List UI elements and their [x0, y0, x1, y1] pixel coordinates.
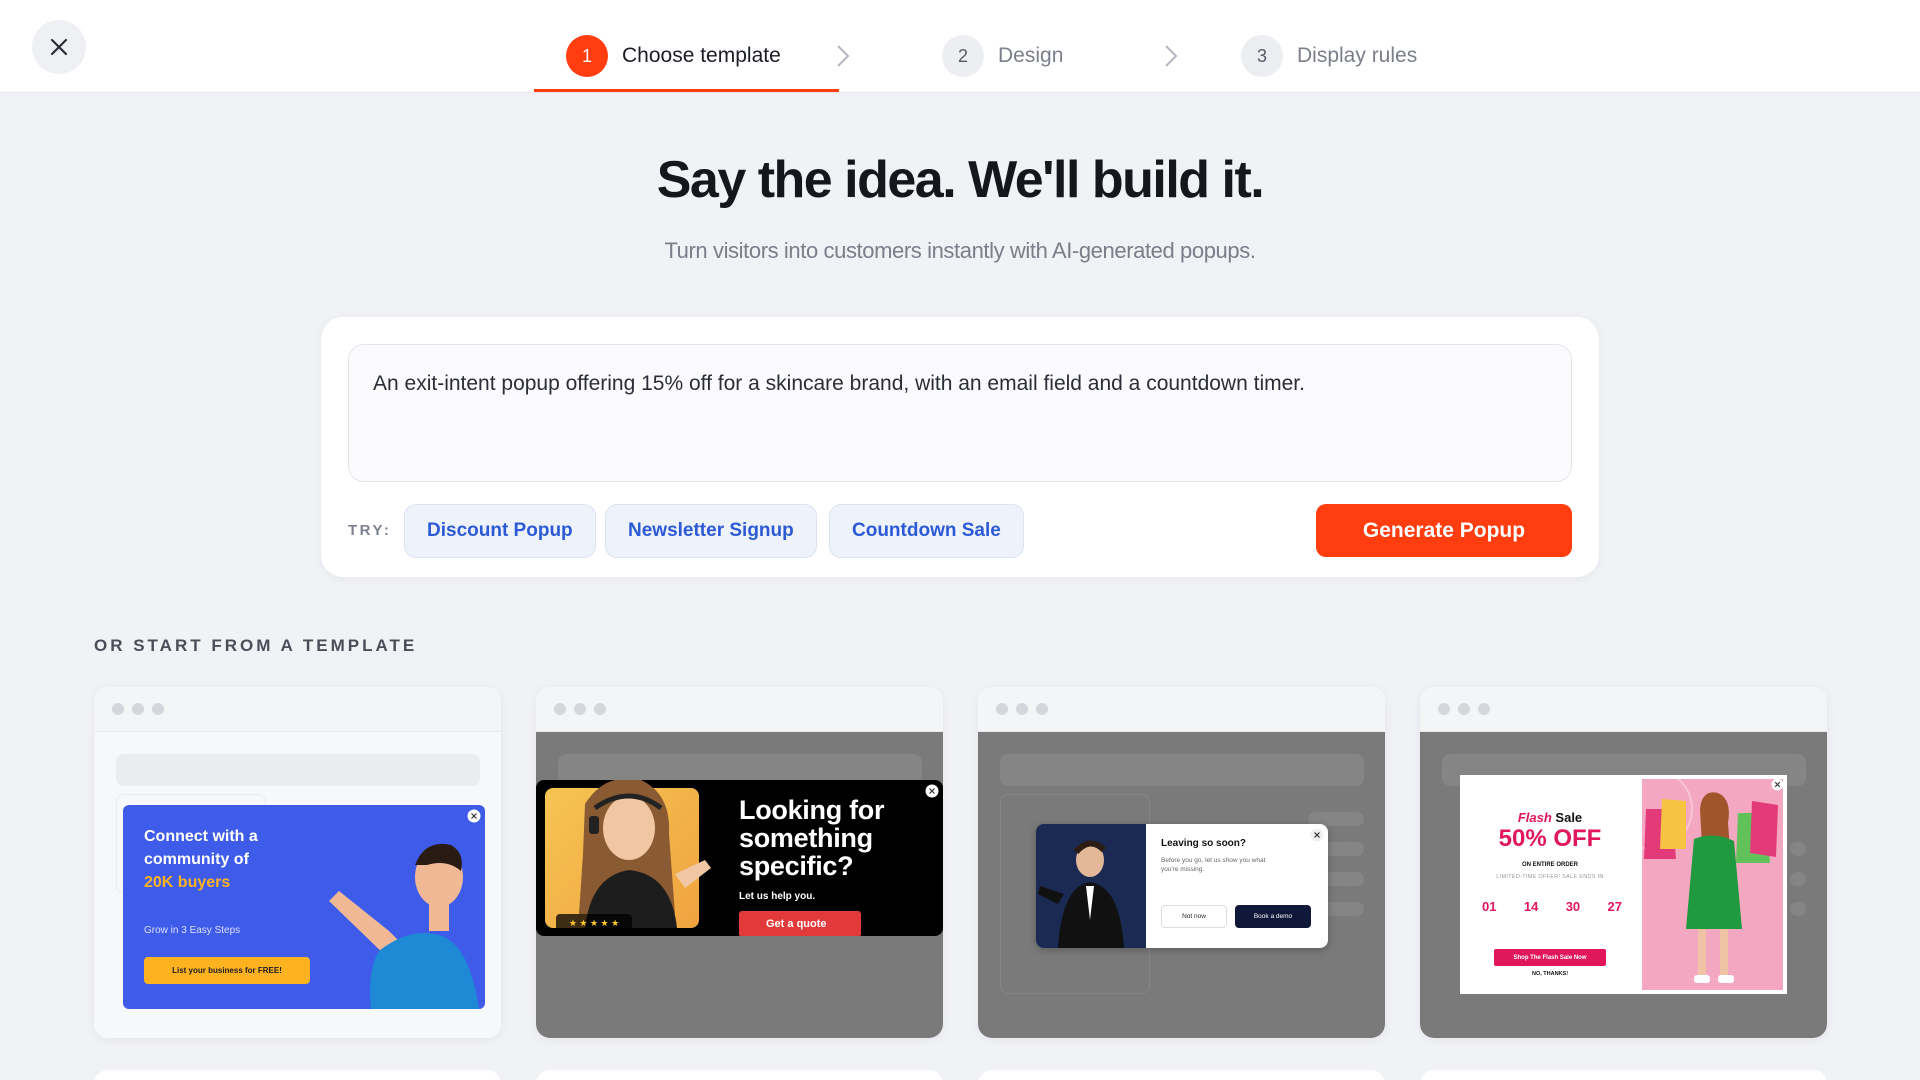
chevron-right-icon — [1165, 45, 1178, 67]
popup-preview: Leaving so soon? Before you go, let us s… — [1036, 824, 1328, 948]
chevron-right-icon — [837, 45, 850, 67]
popup-close-icon — [925, 784, 939, 798]
popup-preview: ★ ★ ★ ★ ★ Looking for something specific… — [536, 780, 943, 936]
template-card-peek — [536, 1070, 943, 1080]
suggestion-chip-discount-popup[interactable]: Discount Popup — [404, 504, 596, 558]
template-preview: Flash Sale 50% OFF ON ENTIRE ORDER LIMIT… — [1420, 732, 1827, 1038]
limited-offer-label: LIMITED-TIME OFFER! SALE ENDS IN — [1496, 874, 1604, 880]
window-dot — [1016, 703, 1028, 715]
browser-chrome — [94, 687, 501, 732]
template-card-quote[interactable]: ★ ★ ★ ★ ★ Looking for something specific… — [536, 687, 943, 1038]
decline-link: NO, THANKS! — [1531, 971, 1569, 977]
popup-steps-text: Grow in 3 Easy Steps — [144, 925, 241, 936]
step-label: Display rules — [1297, 44, 1418, 67]
window-dot — [574, 703, 586, 715]
popup-subtext: Let us help you. — [739, 891, 816, 902]
popup-highlight: 20K buyers — [144, 874, 231, 891]
step-label: Choose template — [622, 44, 781, 67]
step-label: Design — [998, 44, 1064, 67]
discount-label: 50% OFF — [1498, 825, 1602, 852]
suggestion-chip-newsletter-signup[interactable]: Newsletter Signup — [605, 504, 817, 558]
step-number: 2 — [942, 35, 984, 77]
window-dot — [112, 703, 124, 715]
browser-chrome — [1420, 687, 1827, 732]
step-number: 3 — [1241, 35, 1283, 77]
browser-chrome — [978, 687, 1385, 732]
speaker-photo-frame — [1036, 824, 1146, 948]
window-dot — [1438, 703, 1450, 715]
popup-headline: something — [739, 823, 873, 853]
template-card-peek — [1420, 1070, 1827, 1080]
try-label: TRY: — [348, 522, 392, 539]
page-title: Say the idea. We'll build it. — [656, 151, 1265, 209]
template-card-community[interactable]: Connect with a community of 20K buyers G… — [94, 687, 501, 1038]
countdown-seconds: 27 — [1607, 899, 1622, 914]
suggestion-chip-countdown-sale[interactable]: Countdown Sale — [829, 504, 1024, 558]
window-dot — [594, 703, 606, 715]
placeholder-line — [1790, 842, 1806, 856]
ai-prompt-card: An exit-intent popup offering 15% off fo… — [321, 317, 1599, 577]
close-button[interactable] — [32, 20, 86, 74]
popup-cta-button: Get a quote — [739, 911, 861, 936]
wizard-header: 1 Choose template 2 Design 3 Display rul… — [0, 0, 1920, 93]
template-card-exit-intent[interactable]: Leaving so soon? Before you go, let us s… — [978, 687, 1385, 1038]
template-preview: ★ ★ ★ ★ ★ Looking for something specific… — [536, 732, 943, 1038]
window-dot — [554, 703, 566, 715]
entire-order-label: ON ENTIRE ORDER — [1521, 862, 1578, 868]
popup-title: Leaving so soon? — [1161, 838, 1247, 849]
sale-label: Sale — [1555, 810, 1583, 825]
speaker-image — [1036, 824, 1146, 948]
template-card-peek — [978, 1070, 1385, 1080]
template-preview: Leaving so soon? Before you go, let us s… — [978, 732, 1385, 1038]
countdown-minutes: 30 — [1565, 899, 1581, 914]
popup-headline: Looking for — [739, 795, 885, 825]
placeholder-bar — [116, 754, 480, 786]
template-card-peek — [94, 1070, 501, 1080]
templates-section-label: OR START FROM A TEMPLATE — [94, 636, 418, 655]
active-step-indicator — [534, 89, 839, 92]
popup-preview: Connect with a community of 20K buyers G… — [123, 805, 485, 1009]
flash-label: Flash — [1517, 810, 1552, 825]
window-dot — [1478, 703, 1490, 715]
window-dot — [1458, 703, 1470, 715]
placeholder-line — [1790, 872, 1806, 886]
popup-headline: specific? — [739, 851, 854, 881]
popup-headline: Connect with a — [144, 828, 258, 845]
person-pointing-image — [329, 843, 479, 1009]
countdown-hours: 14 — [1523, 899, 1539, 914]
placeholder-line — [1790, 902, 1806, 916]
step-design[interactable]: 2 Design — [942, 34, 1063, 78]
window-dot — [152, 703, 164, 715]
prompt-input[interactable]: An exit-intent popup offering 15% off fo… — [348, 344, 1572, 482]
page-subtitle: Turn visitors into customers instantly w… — [664, 238, 1256, 263]
popup-close-icon — [1310, 828, 1324, 842]
browser-chrome — [536, 687, 943, 732]
popup-secondary-button: Not now — [1161, 905, 1227, 928]
popup-cta-button: List your business for FREE! — [144, 957, 310, 984]
rating-stars: ★ ★ ★ ★ ★ — [556, 914, 632, 932]
popup-headline: community of — [144, 851, 249, 868]
countdown-days: 01 — [1482, 899, 1497, 914]
popup-body: Before you go, let us show you what you'… — [1161, 857, 1266, 873]
shopper-photo-frame — [1642, 779, 1783, 990]
placeholder-bar — [1000, 754, 1364, 786]
window-dot — [132, 703, 144, 715]
step-number: 1 — [566, 35, 608, 77]
popup-cta-button: Shop The Flash Sale Now — [1494, 949, 1606, 966]
popup-preview: Flash Sale 50% OFF ON ENTIRE ORDER LIMIT… — [1460, 775, 1787, 994]
generate-popup-button[interactable]: Generate Popup — [1316, 504, 1572, 557]
close-icon — [50, 38, 68, 56]
support-agent-image — [579, 780, 711, 928]
shopper-image — [1642, 779, 1778, 983]
popup-close-icon — [1771, 778, 1784, 791]
popup-primary-button: Book a demo — [1235, 905, 1311, 928]
template-preview: Connect with a community of 20K buyers G… — [94, 732, 501, 1038]
step-choose-template[interactable]: 1 Choose template — [566, 34, 781, 78]
window-dot — [996, 703, 1008, 715]
window-dot — [1036, 703, 1048, 715]
popup-close-icon — [467, 809, 481, 823]
step-display-rules[interactable]: 3 Display rules — [1241, 34, 1417, 78]
template-card-flash-sale[interactable]: Flash Sale 50% OFF ON ENTIRE ORDER LIMIT… — [1420, 687, 1827, 1038]
